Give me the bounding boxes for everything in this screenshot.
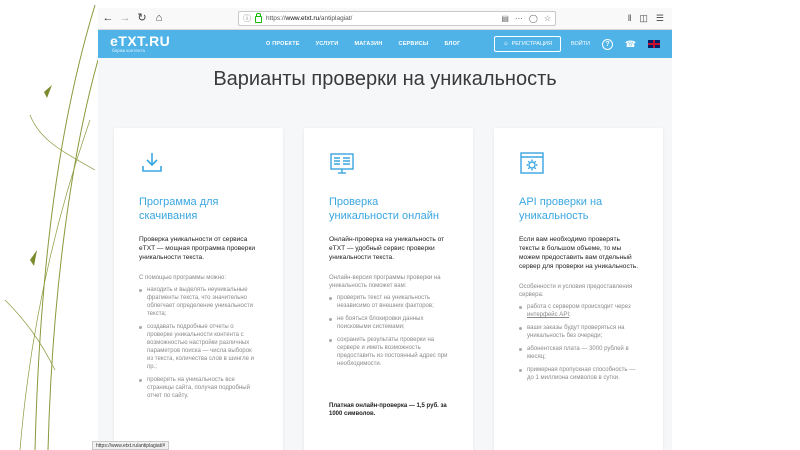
info-icon[interactable]: ⓘ (243, 13, 251, 24)
site-logo[interactable]: eTXT.RU биржа контента (110, 34, 250, 54)
card-title[interactable]: API проверки на уникальность (519, 195, 639, 223)
page-title: Варианты проверки на уникальность (213, 68, 557, 90)
card-lead: Проверка уникальности от сервиса eTXT — … (139, 236, 256, 261)
register-button[interactable]: ☺ РЕГИСТРАЦИЯ (493, 36, 561, 52)
lock-icon (255, 13, 262, 23)
menu-item-about[interactable]: О ПРОЕКТЕ (266, 41, 300, 47)
card-online-check: Проверка уникальности онлайн Онлайн-пров… (304, 128, 473, 450)
site-header: eTXT.RU биржа контента О ПРОЕКТЕ УСЛУГИ … (98, 30, 672, 58)
card-intro: Онлайн-версия программы проверки на уник… (329, 275, 441, 289)
sidebar-icon[interactable]: ◫ (639, 13, 648, 24)
bookmark-star-icon[interactable]: ☆ (544, 14, 551, 23)
card-lead: Если вам необходимо проверять тексты в б… (519, 236, 639, 270)
help-icon[interactable]: ? (602, 38, 613, 50)
price-note: Платная онлайн-проверка — 1,5 руб. за 10… (329, 403, 447, 417)
menu-item-services[interactable]: УСЛУГИ (316, 41, 339, 47)
list-item: работа с сервером происходит через интер… (519, 303, 639, 319)
api-gear-icon (520, 152, 544, 174)
card-list: проверить текст на уникальность независи… (329, 294, 449, 368)
options-cards: Программа для скачивания Проверка уникал… (114, 128, 663, 450)
menu-item-shop[interactable]: МАГАЗИН (354, 41, 382, 47)
list-item: находить и выделять неуникальные фрагмен… (139, 286, 259, 318)
more-dots-icon[interactable]: ⋯ (515, 14, 523, 23)
card-title[interactable]: Программа для скачивания (139, 195, 259, 223)
forward-arrow-icon[interactable]: → (119, 13, 131, 25)
url-text: https://www.etxt.ru/antiplagiat/ (266, 15, 353, 22)
card-list: работа с сервером происходит через интер… (519, 303, 639, 382)
menu-item-tools[interactable]: СЕРВИСЫ (399, 41, 429, 47)
list-item: сохранить результаты проверки на сервере… (329, 336, 449, 368)
card-download-program: Программа для скачивания Проверка уникал… (114, 128, 283, 450)
url-bar[interactable]: ⓘ https://www.etxt.ru/antiplagiat/ ▤ ⋯ ◯… (238, 11, 556, 26)
menu-item-blog[interactable]: БЛОГ (445, 41, 461, 47)
list-item: абонентская плата — 3000 рублей в месяц; (519, 345, 639, 361)
api-link[interactable]: интерфейс API (527, 312, 569, 318)
reader-view-icon[interactable]: ▤ (501, 14, 509, 23)
monitor-text-icon (330, 153, 354, 174)
list-item: создавать подробные отчеты о проверке ун… (139, 323, 259, 371)
status-bar-url: https://www.etxt.ru/antiplagiat/# (92, 441, 170, 450)
list-item: проверять на уникальность все страницы с… (139, 376, 259, 400)
back-arrow-icon[interactable]: ← (102, 13, 114, 25)
main-menu: О ПРОЕКТЕ УСЛУГИ МАГАЗИН СЕРВИСЫ БЛОГ (266, 41, 460, 47)
english-flag-icon[interactable] (648, 40, 660, 48)
pocket-icon[interactable]: ◯ (529, 14, 538, 23)
reload-icon[interactable]: ↻ (136, 13, 148, 25)
user-icon: ☺ (502, 41, 509, 47)
list-item: не бояться блокировки данных поисковыми … (329, 315, 449, 331)
login-link[interactable]: ВОЙТИ (571, 41, 590, 47)
card-intro: С помощью программы можно: (139, 275, 227, 281)
headset-icon[interactable]: ☎ (625, 39, 636, 50)
browser-window: ← → ↻ ⌂ ⓘ https://www.etxt.ru/antiplagia… (98, 8, 672, 450)
list-item: проверить текст на уникальность независи… (329, 294, 449, 310)
card-intro: Особенности и условия предоставления сер… (519, 284, 633, 298)
download-icon (142, 153, 162, 172)
card-list: находить и выделять неуникальные фрагмен… (139, 286, 259, 400)
card-lead: Онлайн-проверка на уникальность от eTXT … (329, 236, 445, 261)
slide-decoration (4, 4, 99, 450)
list-item: ваши заказы будут проверяться на уникаль… (519, 324, 639, 340)
list-item: примерная пропускная способность — до 1 … (519, 366, 639, 382)
browser-toolbar: ← → ↻ ⌂ ⓘ https://www.etxt.ru/antiplagia… (98, 8, 672, 30)
card-api-check: API проверки на уникальность Если вам не… (494, 128, 663, 450)
library-icon[interactable]: ‖ (628, 13, 632, 24)
menu-hamburger-icon[interactable]: ☰ (656, 13, 664, 24)
card-title[interactable]: Проверка уникальности онлайн (329, 195, 449, 223)
home-icon[interactable]: ⌂ (153, 13, 165, 25)
